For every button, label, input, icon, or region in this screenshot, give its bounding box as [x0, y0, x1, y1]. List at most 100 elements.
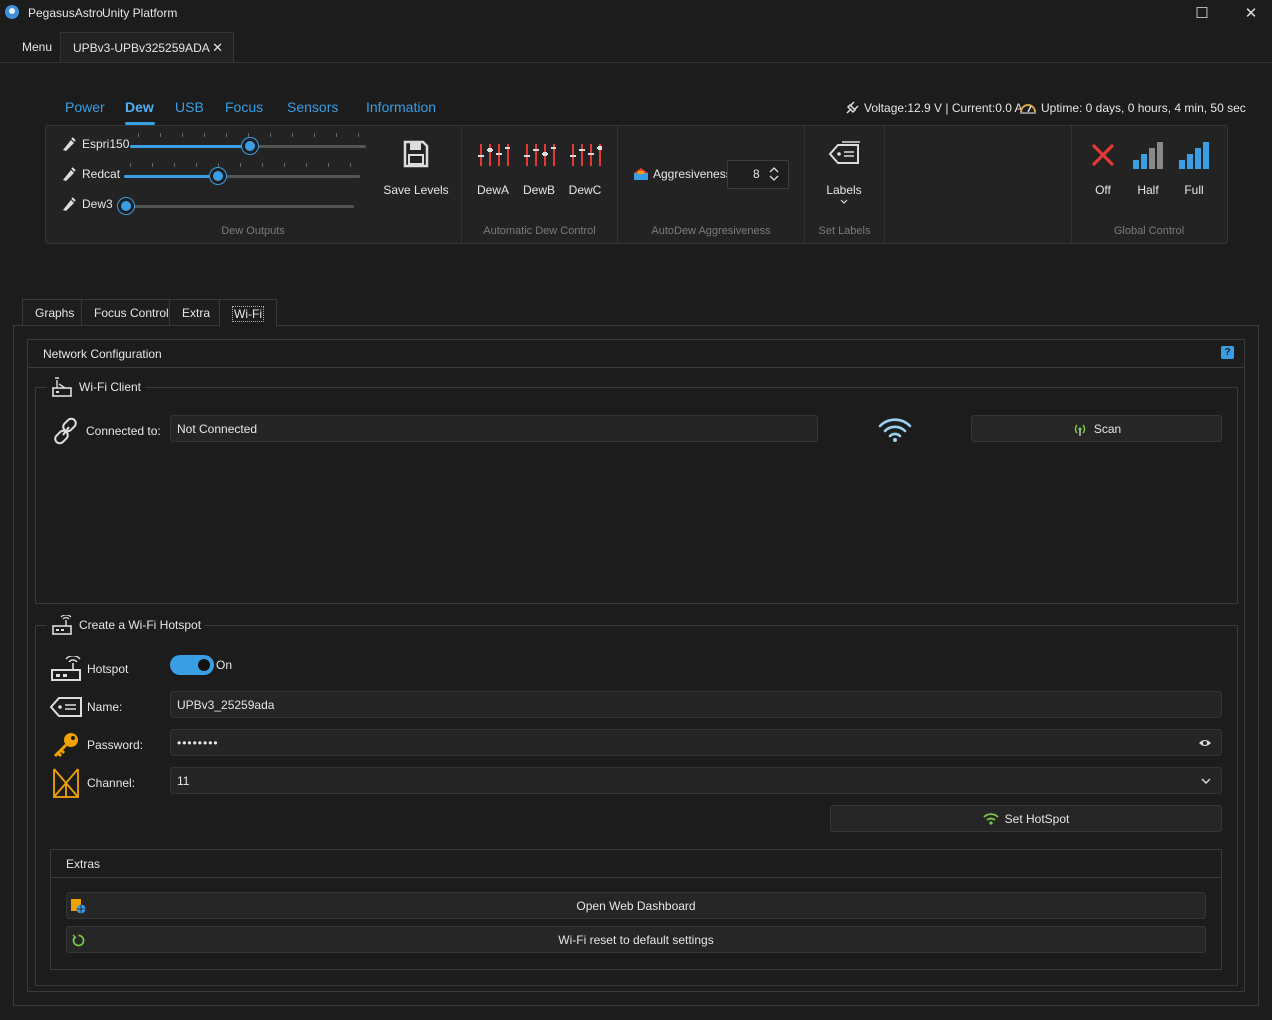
- nav-usb[interactable]: USB: [175, 99, 204, 115]
- channel-select[interactable]: 11: [170, 767, 1222, 794]
- open-web-dashboard-button[interactable]: Open Web Dashboard: [66, 892, 1206, 919]
- hotspot-legend-label: Create a Wi-Fi Hotspot: [79, 618, 202, 632]
- aggressiveness-value: 8: [753, 167, 760, 181]
- name-label: Name:: [87, 700, 123, 714]
- toggle-knob: [198, 659, 210, 671]
- open-web-dashboard-label: Open Web Dashboard: [576, 898, 696, 913]
- show-password-eye-icon[interactable]: [1198, 738, 1212, 748]
- slider-thumb-redcat[interactable]: [210, 168, 226, 184]
- nav-focus[interactable]: Focus: [225, 99, 263, 115]
- slider-thumb-dew3[interactable]: [118, 198, 134, 214]
- aggressiveness-spinbox[interactable]: 8: [727, 160, 789, 189]
- dew-a-button[interactable]: DewA: [472, 183, 514, 197]
- scan-button[interactable]: Scan: [971, 415, 1222, 442]
- dew-channel-icon: [570, 144, 602, 166]
- router-icon: [52, 377, 72, 397]
- labels-button[interactable]: Labels: [814, 183, 874, 197]
- hotspot-legend: Create a Wi-Fi Hotspot: [47, 615, 206, 635]
- link-icon: [54, 417, 77, 445]
- connected-to-label: Connected to:: [86, 424, 161, 438]
- group-label-automatic-dew: Automatic Dew Control: [483, 225, 596, 237]
- name-tag-icon: [49, 697, 82, 717]
- hotspot-router-icon: [51, 656, 81, 681]
- save-levels-button[interactable]: Save Levels: [382, 183, 450, 197]
- close-window-button[interactable]: ✕: [1228, 0, 1272, 26]
- hotspot-name-input[interactable]: UPBv3_25259ada: [170, 691, 1222, 718]
- global-full-button[interactable]: Full: [1176, 183, 1212, 197]
- scan-antenna-icon: [1074, 424, 1085, 436]
- dew-channel-icon: [524, 144, 556, 166]
- close-tab-icon[interactable]: ✕: [212, 40, 223, 56]
- slider-track-dew3[interactable]: [118, 205, 354, 208]
- set-hotspot-button[interactable]: Set HotSpot: [830, 805, 1222, 832]
- hotspot-toggle-state: On: [216, 658, 233, 672]
- app-subtitle: Unity Platform: [102, 6, 178, 20]
- global-off-button[interactable]: Off: [1086, 183, 1120, 197]
- tab-focus-control[interactable]: Focus Control: [81, 299, 182, 326]
- hotspot-password-input[interactable]: ••••••••: [170, 729, 1222, 756]
- router-icon: [52, 615, 72, 635]
- tab-wifi[interactable]: Wi-Fi: [219, 299, 277, 327]
- menu-tab[interactable]: Menu: [10, 32, 64, 62]
- extras-title: Extras: [66, 857, 101, 871]
- spin-arrows-icon[interactable]: [769, 166, 779, 182]
- dew-b-button[interactable]: DewB: [518, 183, 560, 197]
- reset-icon: [72, 934, 85, 947]
- slider-label-dew3: Dew3: [82, 197, 113, 211]
- dew-heater-icon: [63, 167, 76, 181]
- nav-information[interactable]: Information: [366, 99, 436, 115]
- dew-channel-icon: [478, 144, 510, 166]
- plug-icon: [846, 101, 859, 114]
- group-separator: [884, 126, 885, 243]
- wifi-signal-icon: [878, 418, 912, 442]
- channel-antenna-icon: [53, 768, 79, 798]
- aggressiveness-icon: [634, 168, 648, 180]
- slider-fill-redcat: [124, 175, 218, 178]
- nav-dew[interactable]: Dew: [125, 99, 154, 115]
- nav-power[interactable]: Power: [65, 99, 105, 115]
- wifi-client-legend-label: Wi-Fi Client: [79, 380, 141, 394]
- tag-icon: [828, 141, 860, 164]
- tab-graphs[interactable]: Graphs: [22, 299, 88, 326]
- slider-ticks: [130, 163, 360, 167]
- channel-label: Channel:: [87, 776, 136, 790]
- hotspot-label: Hotspot: [87, 662, 129, 676]
- tab-wifi-label: Wi-Fi: [232, 305, 264, 322]
- wifi-reset-label: Wi-Fi reset to default settings: [558, 932, 714, 947]
- hotspot-toggle[interactable]: [170, 655, 214, 675]
- connected-to-value: Not Connected: [177, 421, 258, 436]
- global-half-button[interactable]: Half: [1130, 183, 1166, 197]
- group-label-set-labels: Set Labels: [818, 225, 871, 237]
- hotspot-name-value: UPBv3_25259ada: [177, 697, 275, 712]
- key-icon: [53, 733, 78, 758]
- signal-half-icon: [1133, 142, 1163, 169]
- device-tab[interactable]: UPBv3-UPBv325259ADA ✕: [60, 32, 234, 62]
- uptime-status: Uptime: 0 days, 0 hours, 4 min, 50 sec: [1041, 101, 1246, 115]
- dew-c-button[interactable]: DewC: [564, 183, 606, 197]
- nav-sensors[interactable]: Sensors: [287, 99, 338, 115]
- dew-heater-icon: [63, 197, 76, 211]
- dew-heater-icon: [63, 137, 76, 151]
- slider-thumb-espri150[interactable]: [242, 138, 258, 154]
- slider-fill-espri150: [130, 145, 250, 148]
- wifi-reset-button[interactable]: Wi-Fi reset to default settings: [66, 926, 1206, 953]
- device-tab-label: UPBv3-UPBv325259ADA: [73, 40, 210, 55]
- menu-tab-label: Menu: [22, 40, 53, 54]
- tab-graphs-label: Graphs: [35, 306, 75, 320]
- tab-focus-control-label: Focus Control: [94, 306, 169, 320]
- help-icon[interactable]: ?: [1221, 346, 1234, 359]
- connected-to-field: Not Connected: [170, 415, 818, 442]
- password-label: Password:: [87, 738, 144, 752]
- app-title: PegasusAstro: [28, 6, 103, 20]
- save-icon: [403, 140, 429, 168]
- tab-extra[interactable]: Extra: [169, 299, 224, 326]
- title-bar: PegasusAstro Unity Platform ☐ ✕: [0, 0, 1272, 26]
- chevron-down-icon: [1201, 778, 1211, 784]
- group-label-dew-outputs: Dew Outputs: [221, 225, 285, 237]
- network-configuration-title: Network Configuration: [43, 347, 162, 361]
- document-tab-strip: Menu UPBv3-UPBv325259ADA ✕: [0, 32, 1272, 63]
- web-dashboard-icon: [71, 899, 86, 914]
- slider-label-espri150: Espri150: [82, 137, 130, 151]
- chevron-down-icon: [840, 199, 848, 204]
- maximize-button[interactable]: ☐: [1179, 0, 1225, 26]
